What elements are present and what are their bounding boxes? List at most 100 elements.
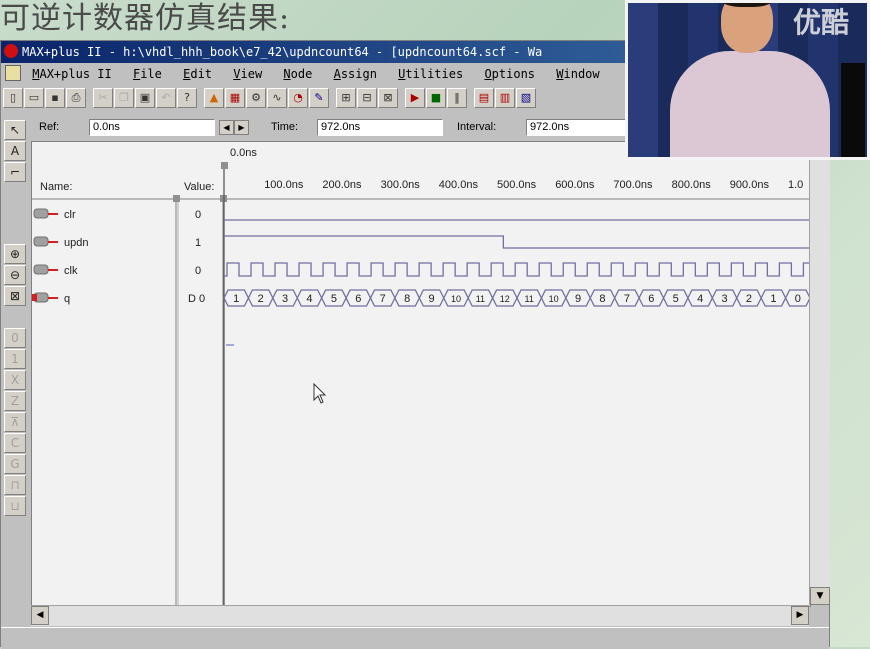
q-value-label: 8	[599, 293, 605, 305]
maxplus-app-icon	[4, 44, 18, 58]
menu-options[interactable]: Options	[484, 63, 535, 85]
q-value-label: 9	[428, 293, 434, 305]
invert-icon[interactable]: ⊼	[4, 412, 26, 432]
q-value-label: 11	[476, 294, 485, 304]
new-file-icon[interactable]: ▯	[3, 88, 23, 108]
set-high-icon[interactable]: 1	[4, 349, 26, 369]
menu-assign[interactable]: Assign	[334, 63, 377, 85]
time-tick-label: 1.0	[788, 179, 803, 191]
menu-node[interactable]: Node	[283, 63, 312, 85]
q-value-label: 10	[451, 294, 461, 304]
scroll-down-icon[interactable]: ▼	[810, 587, 830, 605]
input-pin-icon	[33, 236, 58, 247]
q-value-label: 4	[697, 293, 703, 305]
ref-label: Ref:	[39, 121, 60, 133]
waveform-editor[interactable]: 0.0ns Name: Value: 100.0ns 200.0ns 300.0ns…	[31, 141, 811, 607]
report-icon[interactable]: ▤	[474, 88, 494, 108]
document-icon[interactable]	[5, 65, 21, 81]
ref-prev-arrow-icon[interactable]: ◀	[219, 120, 234, 135]
q-value-label: 3	[721, 293, 727, 305]
netlist-icon[interactable]: ▥	[495, 88, 515, 108]
fit-icon[interactable]: ⊠	[378, 88, 398, 108]
zoom-out-icon[interactable]: ⊟	[357, 88, 377, 108]
signal-name-clk[interactable]: clk	[64, 265, 78, 277]
q-value-label: 5	[331, 293, 337, 305]
time-tick-label: 300.0ns	[381, 179, 421, 191]
hierarchy-icon[interactable]: ▲	[204, 88, 224, 108]
help-icon[interactable]: ?	[177, 88, 197, 108]
q-value-label: 2	[746, 293, 752, 305]
scroll-right-icon[interactable]: ▶	[791, 606, 809, 625]
signal-name-clr[interactable]: clr	[64, 209, 76, 221]
compiler-icon[interactable]: ⚙	[246, 88, 266, 108]
q-value-label: 9	[575, 293, 581, 305]
output-pin-icon	[32, 292, 58, 303]
programmer-icon[interactable]: ✎	[309, 88, 329, 108]
overwrite-clock-icon[interactable]: ⊓	[4, 475, 26, 495]
scroll-left-icon[interactable]: ◀	[31, 606, 49, 625]
cursor-handle[interactable]	[221, 162, 228, 169]
pause-icon[interactable]: ‖	[447, 88, 467, 108]
time-tick-label: 700.0ns	[613, 179, 653, 191]
stop-icon[interactable]: ■	[426, 88, 446, 108]
paste-icon[interactable]: ▣	[135, 88, 155, 108]
save-icon[interactable]: ▪	[45, 88, 65, 108]
set-low-icon[interactable]: 0	[4, 328, 26, 348]
interval-field[interactable]: 972.0ns	[526, 119, 626, 136]
time-tick-label: 400.0ns	[439, 179, 479, 191]
q-value-label: 1	[770, 293, 776, 305]
group-icon[interactable]: G	[4, 454, 26, 474]
zoom-in-icon[interactable]: ⊞	[336, 88, 356, 108]
lecturer-video-overlay: 优酷	[625, 0, 870, 160]
q-value-label: 7	[380, 293, 386, 305]
q-value-label: 0	[795, 293, 801, 305]
print-icon[interactable]: ⎙	[66, 88, 86, 108]
vertical-scrollbar[interactable]: ▼	[809, 141, 830, 605]
time-tick-label: 500.0ns	[497, 179, 537, 191]
signal-name-updn[interactable]: updn	[64, 237, 88, 249]
horizontal-scrollbar[interactable]: ◀ ▶	[31, 605, 809, 626]
snap-icon[interactable]: ⊔	[4, 496, 26, 516]
menu-view[interactable]: View	[233, 63, 262, 85]
menu-maxplus[interactable]: MAX+plus II	[32, 63, 111, 85]
q-value-label: 5	[673, 293, 679, 305]
menu-utilities[interactable]: Utilities	[398, 63, 463, 85]
set-x-icon[interactable]: X	[4, 370, 26, 390]
timing-icon[interactable]: ◔	[288, 88, 308, 108]
zoom-out-icon[interactable]: ⊖	[4, 265, 26, 285]
select-pointer-icon[interactable]: ↖	[4, 120, 26, 140]
count-icon[interactable]: C	[4, 433, 26, 453]
menu-window[interactable]: Window	[556, 63, 599, 85]
clk-waveform[interactable]	[224, 262, 810, 277]
signal-name-q[interactable]: q	[64, 293, 70, 305]
waveform-edit-icon[interactable]: ⌐	[4, 162, 26, 182]
tile-icon[interactable]: ▧	[516, 88, 536, 108]
undo-icon[interactable]: ↶	[156, 88, 176, 108]
time-label: Time:	[271, 121, 299, 133]
floorplan-icon[interactable]: ▦	[225, 88, 245, 108]
run-icon[interactable]: ▶	[405, 88, 425, 108]
q-value-label: 6	[355, 293, 361, 305]
menu-edit[interactable]: Edit	[183, 63, 212, 85]
set-z-icon[interactable]: Z	[4, 391, 26, 411]
waveform-canvas[interactable]: 0.0ns Name: Value: 100.0ns 200.0ns 300.0ns…	[32, 142, 810, 606]
zoom-in-icon[interactable]: ⊕	[4, 244, 26, 264]
open-icon[interactable]: ▭	[24, 88, 44, 108]
text-tool-icon[interactable]: A	[4, 141, 26, 161]
input-pin-icon	[33, 264, 58, 275]
time-field[interactable]: 972.0ns	[317, 119, 443, 136]
signal-value-q: D 0	[188, 293, 205, 305]
simulator-icon[interactable]: ∿	[267, 88, 287, 108]
slide-title: 可逆计数器仿真结果:	[0, 1, 291, 36]
menu-file[interactable]: File	[133, 63, 162, 85]
time-tick-label: 900.0ns	[730, 179, 770, 191]
signal-value-clr: 0	[195, 209, 201, 221]
ref-field[interactable]: 0.0ns	[89, 119, 215, 136]
ref-next-arrow-icon[interactable]: ▶	[234, 120, 249, 135]
cut-icon[interactable]: ✂	[93, 88, 113, 108]
interval-label: Interval:	[457, 121, 497, 133]
copy-icon[interactable]: ❐	[114, 88, 134, 108]
cursor-label: 0.0ns	[230, 147, 257, 159]
fit-window-icon[interactable]: ⊠	[4, 286, 26, 306]
updn-waveform[interactable]	[224, 235, 810, 249]
